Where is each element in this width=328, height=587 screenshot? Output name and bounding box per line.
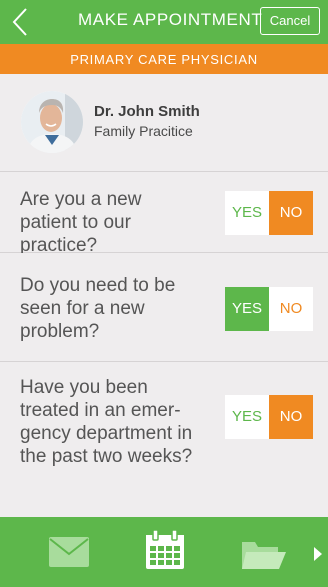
back-button[interactable] <box>6 6 36 38</box>
yes-no-toggle: YES NO <box>225 191 313 235</box>
yes-no-toggle: YES NO <box>225 287 313 331</box>
question-text: Are you a new patient to our practice? <box>20 189 142 256</box>
doctor-card: Dr. John Smith Family Pracitice <box>0 74 328 172</box>
doctor-specialty: Family Pracitice <box>94 123 193 139</box>
question-row-new-problem: Do you need to be seen for a new problem… <box>0 253 328 362</box>
doctor-avatar <box>21 91 83 153</box>
section-subtitle: PRIMARY CARE PHYSICIAN <box>0 44 328 74</box>
next-page-button[interactable] <box>313 547 323 566</box>
yes-no-toggle: YES NO <box>225 395 313 439</box>
envelope-icon <box>49 537 89 567</box>
chevron-right-icon <box>314 547 322 561</box>
tab-records[interactable] <box>242 539 286 574</box>
tab-messages[interactable] <box>49 537 89 572</box>
question-row-emergency: Have you been treated in an emer-gency d… <box>0 362 328 517</box>
yes-option[interactable]: YES <box>225 287 269 331</box>
calendar-icon <box>146 529 184 569</box>
folder-icon <box>242 542 286 569</box>
no-option[interactable]: NO <box>269 395 313 439</box>
cancel-button[interactable]: Cancel <box>260 7 320 35</box>
page-title: MAKE APPOINTMENT <box>78 10 263 29</box>
bottom-nav <box>0 517 328 587</box>
no-option[interactable]: NO <box>269 287 313 331</box>
question-row-new-patient: Are you a new patient to our practice? Y… <box>0 172 328 256</box>
tab-calendar[interactable] <box>145 529 185 575</box>
doctor-photo <box>21 91 83 153</box>
yes-option[interactable]: YES <box>225 191 269 235</box>
question-text: Have you been treated in an emer-gency d… <box>20 377 193 467</box>
chevron-left-icon <box>12 8 27 36</box>
question-text: Do you need to be seen for a new problem… <box>20 275 176 342</box>
yes-option[interactable]: YES <box>225 395 269 439</box>
no-option[interactable]: NO <box>269 191 313 235</box>
app-header: MAKE APPOINTMENT Cancel <box>0 0 328 44</box>
doctor-name: Dr. John Smith <box>94 103 200 120</box>
